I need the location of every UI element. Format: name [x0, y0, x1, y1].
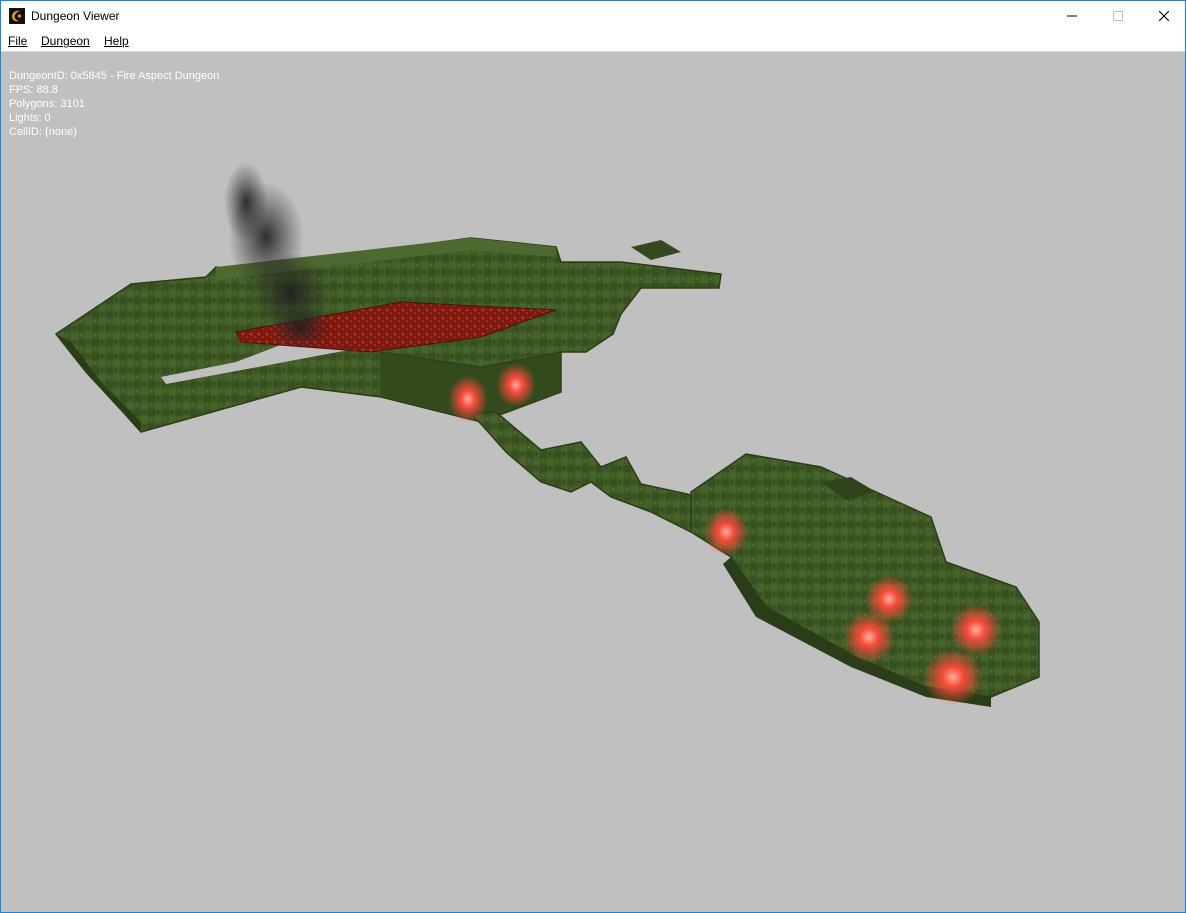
menu-help[interactable]: Help [104, 34, 129, 48]
maximize-button[interactable] [1095, 1, 1141, 31]
lower-chamber [690, 453, 1040, 707]
dungeon-render [54, 162, 1040, 707]
menu-dungeon[interactable]: Dungeon [41, 34, 90, 48]
menu-bar: File Dungeon Help [1, 31, 1185, 52]
hud-polygons: Polygons: 3101 [9, 98, 85, 110]
title-bar[interactable]: Dungeon Viewer [1, 1, 1185, 31]
hud-fps: FPS: 88.8 [9, 84, 58, 96]
dungeon-viewer-window: Dungeon Viewer File Dungeon Help Dungeon… [0, 0, 1186, 913]
app-logo-icon [9, 8, 25, 24]
minimize-button[interactable] [1049, 1, 1095, 31]
minimize-icon [1067, 15, 1077, 17]
connecting-corridor [469, 411, 712, 533]
hud-cell-id: CellID: (none) [9, 126, 77, 138]
hud-overlay: DungeonID: 0x5845 - Fire Aspect Dungeon … [9, 69, 219, 139]
hud-dungeon-id: DungeonID: 0x5845 - Fire Aspect Dungeon [9, 70, 220, 82]
close-icon [1159, 11, 1169, 21]
menu-file[interactable]: File [8, 34, 27, 48]
window-title: Dungeon Viewer [31, 9, 120, 23]
upper-chamber [54, 237, 722, 433]
3d-viewport[interactable]: DungeonID: 0x5845 - Fire Aspect Dungeon … [1, 52, 1185, 912]
maximize-icon [1113, 11, 1123, 21]
hud-lights: Lights: 0 [9, 112, 51, 124]
close-button[interactable] [1141, 1, 1185, 31]
